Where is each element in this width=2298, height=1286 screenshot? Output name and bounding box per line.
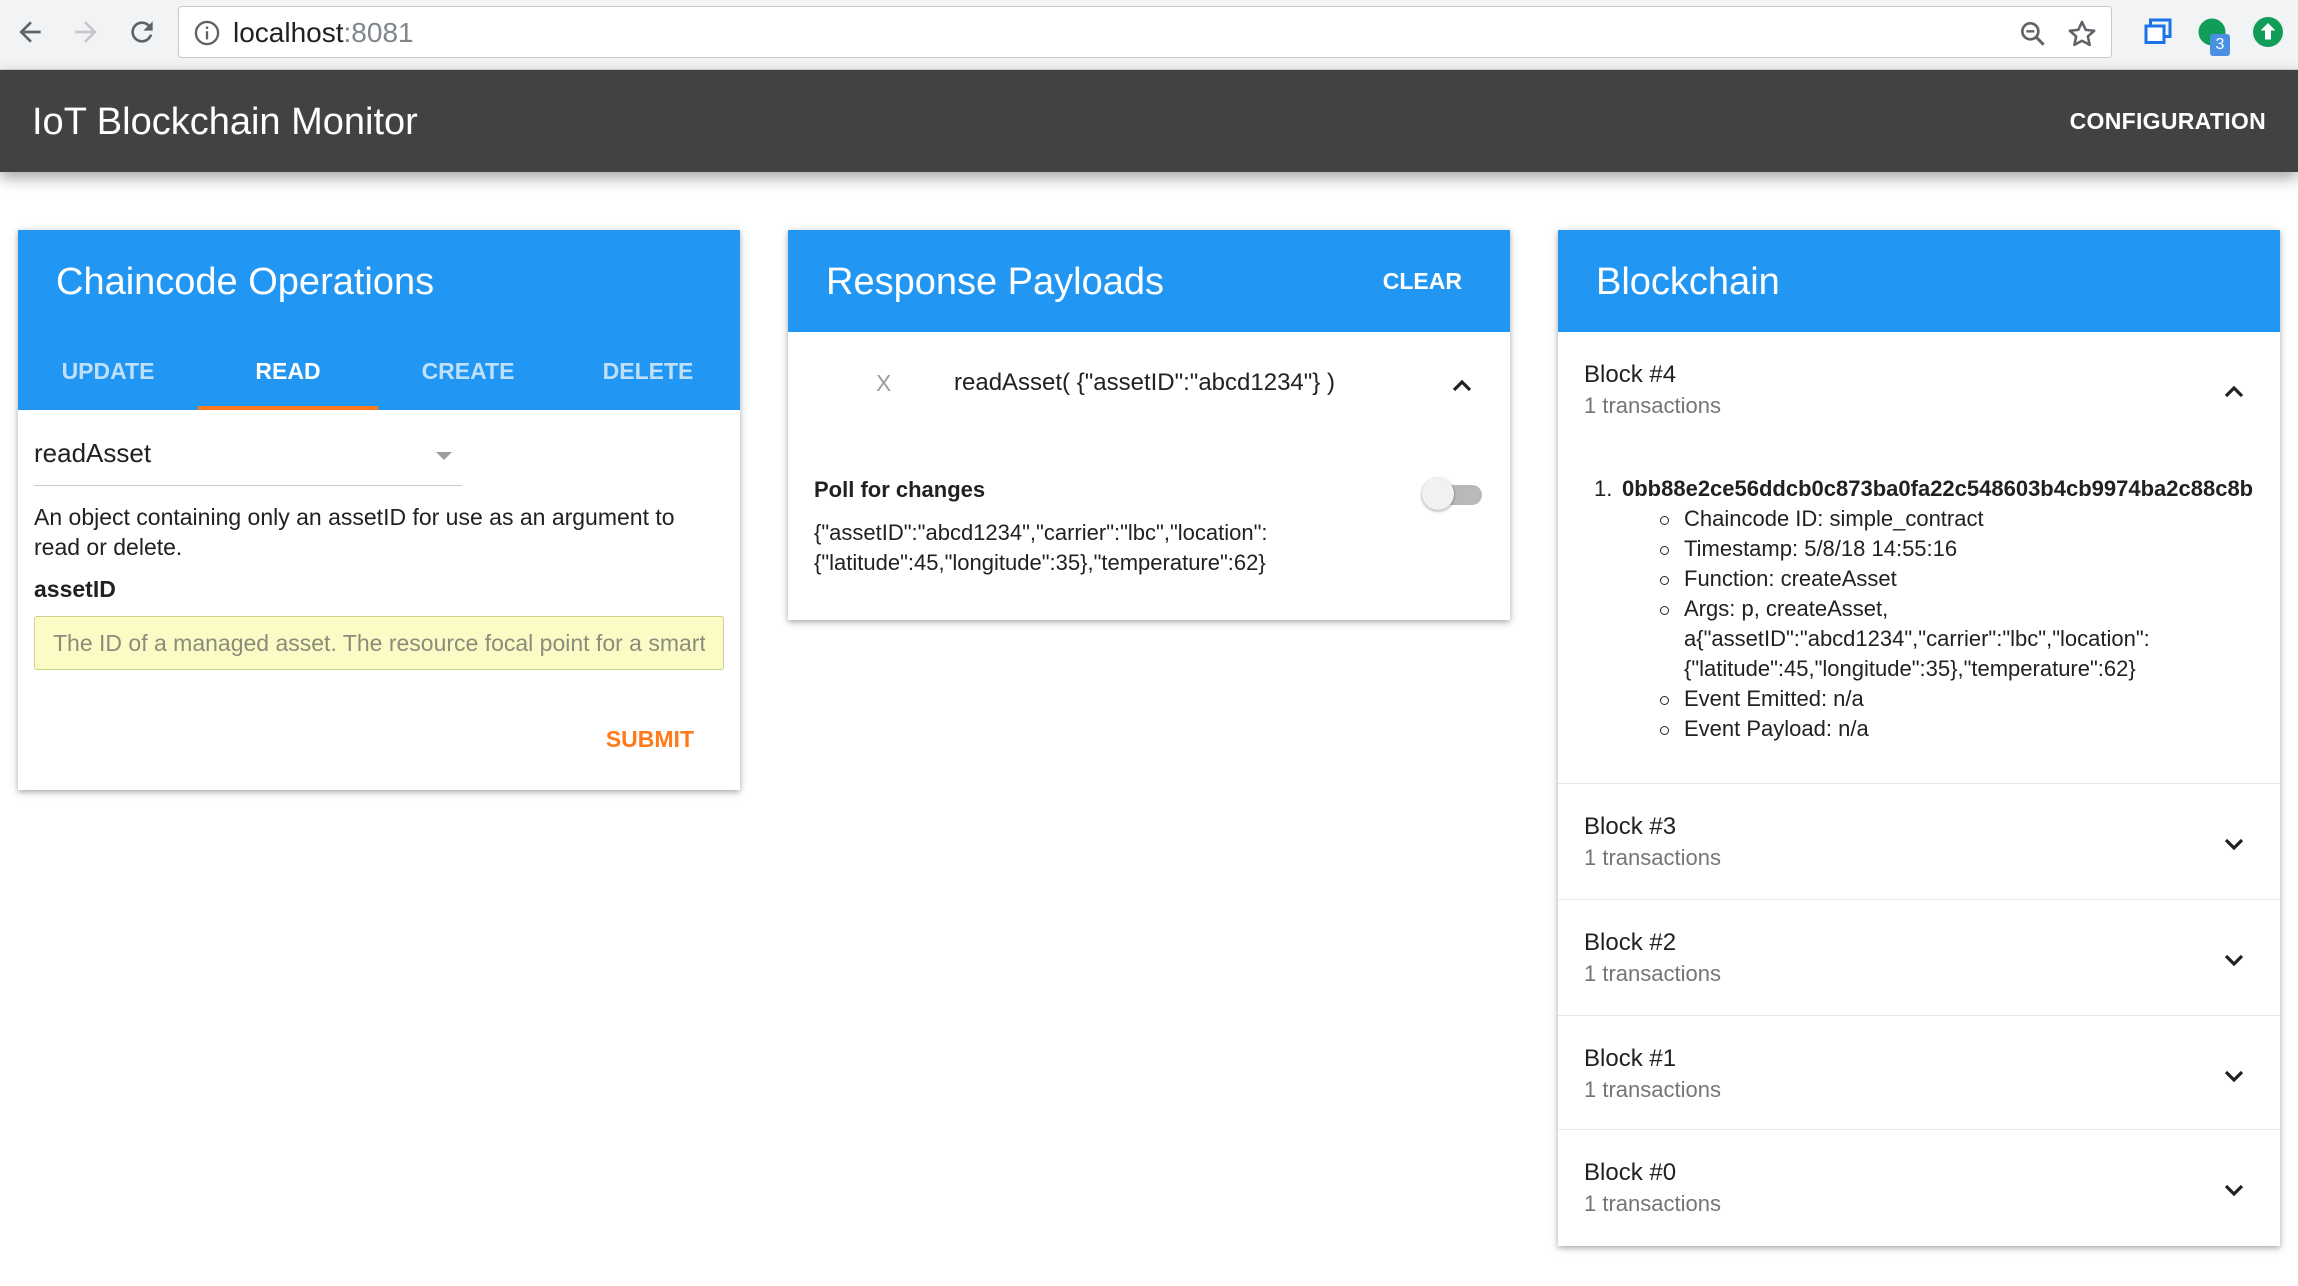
magnifier-icon[interactable] [2017, 18, 2049, 50]
app-bar: IoT Blockchain Monitor CONFIGURATION [0, 70, 2298, 172]
update-arrow-icon[interactable] [2250, 14, 2286, 50]
block-title: Block #0 [1584, 1159, 1677, 1186]
response-call: readAsset( {"assetID":"abcd1234"} ) [954, 369, 1335, 396]
response-payload: {"assetID":"abcd1234","carrier":"lbc","l… [814, 520, 1268, 575]
function-description: An object containing only an assetID for… [34, 504, 675, 560]
poll-label: Poll for changes [814, 477, 986, 502]
remove-response-button[interactable]: X [876, 370, 891, 397]
block-title: Block #4 [1584, 361, 1677, 388]
timestamp: Timestamp: 5/8/18 14:55:16 [1658, 534, 2228, 564]
card-title: Blockchain [1596, 261, 1780, 303]
block-subtitle: 1 transactions [1584, 961, 1721, 986]
block-item[interactable]: Block #2 1 transactions [1558, 900, 2280, 1016]
event-payload: Event Payload: n/a [1658, 714, 2228, 744]
reload-icon [131, 21, 153, 43]
dropdown-caret-icon [436, 452, 452, 460]
arrow-left-icon [19, 21, 41, 43]
block-item[interactable]: Block #3 1 transactions [1558, 784, 2280, 900]
poll-toggle[interactable] [1422, 476, 1482, 510]
arrow-right-icon [75, 21, 97, 43]
chevron-up-icon[interactable] [2218, 376, 2250, 408]
tab-read[interactable]: READ [198, 332, 378, 410]
block-subtitle: 1 transactions [1584, 845, 1721, 870]
block-subtitle: 1 transactions [1584, 1191, 1721, 1216]
block-subtitle: 1 transactions [1584, 1077, 1721, 1102]
reload-button[interactable] [122, 12, 162, 52]
transaction-details: Chaincode ID: simple_contract Timestamp:… [1658, 504, 2228, 744]
asset-id-input[interactable] [34, 616, 724, 670]
transaction-hash: 0bb88e2ce56ddcb0c873ba0fa22c548603b4cb99… [1622, 476, 2254, 501]
extension-badge: 3 [2210, 34, 2230, 56]
back-button[interactable] [10, 12, 50, 52]
active-tab-indicator [198, 406, 378, 410]
block-title: Block #2 [1584, 929, 1677, 956]
block-title: Block #3 [1584, 813, 1677, 840]
transaction-index: 1. [1594, 476, 1613, 501]
response-payloads-card: Response Payloads CLEAR X readAsset( {"a… [788, 230, 1510, 620]
url-text: localhost:8081 [233, 17, 414, 48]
block-item[interactable]: Block #0 1 transactions [1558, 1130, 2280, 1246]
app-title: IoT Blockchain Monitor [32, 101, 418, 143]
card-title: Response Payloads [826, 261, 1164, 303]
address-bar[interactable]: localhost:8081 [178, 6, 2112, 58]
card-header: Response Payloads CLEAR [788, 230, 1510, 332]
chevron-down-icon[interactable] [2218, 944, 2250, 976]
forward-button[interactable] [66, 12, 106, 52]
block-title: Block #1 [1584, 1045, 1677, 1072]
operation-tabs: UPDATE READ CREATE DELETE [18, 332, 740, 410]
toggle-thumb [1422, 478, 1454, 510]
block-item[interactable]: Block #4 1 transactions 1. 0bb88e2ce56dd… [1558, 332, 2280, 784]
chevron-down-icon[interactable] [2218, 1060, 2250, 1092]
browser-toolbar: localhost:8081 3 [0, 0, 2298, 70]
card-title: Chaincode Operations [56, 261, 435, 303]
chevron-down-icon[interactable] [2218, 1174, 2250, 1206]
args: Args: p, createAsset, a{"assetID":"abcd1… [1658, 594, 2228, 684]
chaincode-id: Chaincode ID: simple_contract [1658, 504, 2228, 534]
function: Function: createAsset [1658, 564, 2228, 594]
chevron-up-icon[interactable] [1446, 370, 1478, 402]
configuration-button[interactable]: CONFIGURATION [2070, 106, 2266, 136]
submit-button[interactable]: SUBMIT [606, 726, 694, 753]
blockchain-card: Blockchain Block #4 1 transactions 1. 0b… [1558, 230, 2280, 1246]
star-icon[interactable] [2065, 17, 2099, 51]
tab-update[interactable]: UPDATE [18, 332, 198, 410]
event-emitted: Event Emitted: n/a [1658, 684, 2228, 714]
block-item[interactable]: Block #1 1 transactions [1558, 1016, 2280, 1130]
block-subtitle: 1 transactions [1584, 393, 1721, 418]
selected-function: readAsset [34, 438, 152, 468]
chevron-down-icon[interactable] [2218, 828, 2250, 860]
chaincode-operations-card: Chaincode Operations UPDATE READ CREATE … [18, 230, 740, 790]
clear-button[interactable]: CLEAR [1383, 268, 1462, 295]
info-icon[interactable] [193, 19, 221, 47]
card-header: Blockchain [1558, 230, 2280, 332]
card-header: Chaincode Operations [18, 230, 740, 332]
tab-delete[interactable]: DELETE [558, 332, 738, 410]
function-select[interactable]: readAsset [34, 426, 462, 486]
tab-manager-icon[interactable] [2140, 14, 2176, 50]
asset-id-label: assetID [34, 576, 116, 602]
tab-create[interactable]: CREATE [378, 332, 558, 410]
